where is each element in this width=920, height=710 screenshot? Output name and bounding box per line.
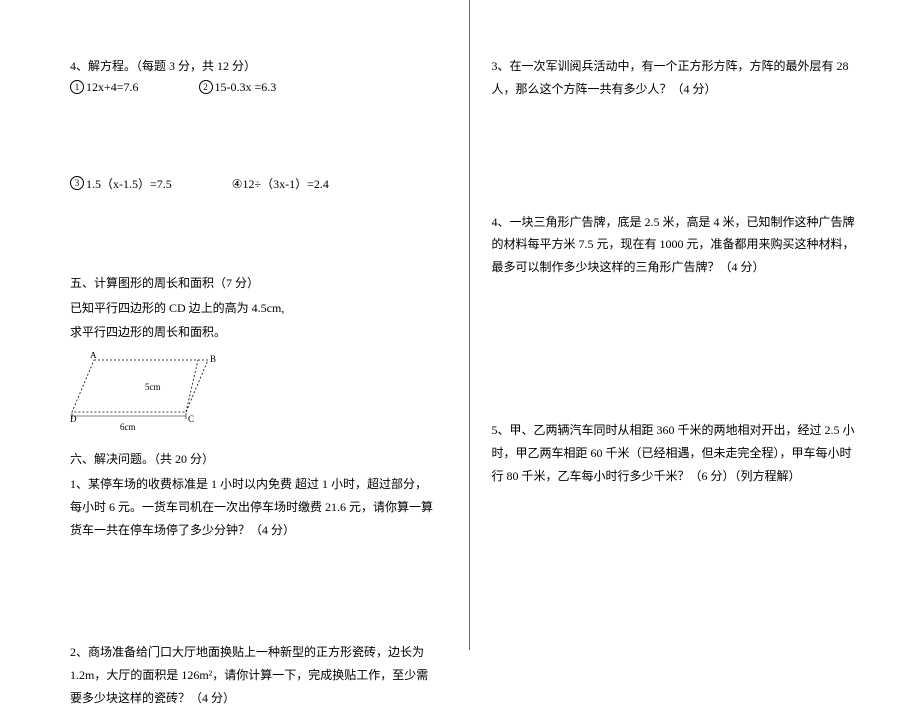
eq-1: 12x+4=7.6 [86, 80, 139, 95]
diag-base: 6cm [120, 422, 136, 432]
section-4-title: 4、解方程。（每题 3 分，共 12 分） [70, 55, 439, 78]
q3: 3、在一次军训阅兵活动中，有一个正方形方阵，方阵的最外层有 28 人，那么这个方… [492, 55, 861, 101]
eq-4: ④12÷（3x-1）=2.4 [232, 175, 329, 192]
q4: 4、一块三角形广告牌，底是 2.5 米，高是 4 米，已知制作这种广告牌的材料每… [492, 211, 861, 279]
point-d: D [70, 414, 77, 424]
s5-line-1: 已知平行四边形的 CD 边上的高为 4.5cm, [70, 297, 439, 320]
s5-line-2: 求平行四边形的周长和面积。 [70, 321, 439, 344]
point-c: C [188, 414, 194, 424]
eq-3: 1.5（x-1.5）=7.5 [86, 175, 172, 192]
section-6-title: 六、解决问题。（共 20 分） [70, 448, 439, 471]
equations-row-1: 1 12x+4=7.6 2 15-0.3x =6.3 [70, 80, 439, 95]
q5: 5、甲、乙两辆汽车同时从相距 360 千米的两地相对开出，经过 2.5 小时，甲… [492, 419, 861, 487]
q1: 1、某停车场的收费标准是 1 小时以内免费 超过 1 小时，超过部分，每小时 6… [70, 473, 439, 541]
circle-3: 3 [70, 176, 84, 190]
circle-2: 2 [199, 80, 213, 94]
eq-2: 15-0.3x =6.3 [215, 80, 277, 95]
point-b: B [210, 354, 216, 364]
section-5-title: 五、计算图形的周长和面积（7 分） [70, 272, 439, 295]
parallelogram-diagram: A B C D 5cm 6cm [70, 352, 439, 438]
equations-row-2: 3 1.5（x-1.5）=7.5 ④12÷（3x-1）=2.4 [70, 175, 439, 192]
point-a: A [90, 352, 97, 360]
diag-side: 5cm [145, 382, 161, 392]
q2: 2、商场准备给门口大厅地面换贴上一种新型的正方形瓷砖，边长为 1.2m，大厅的面… [70, 641, 439, 709]
circle-1: 1 [70, 80, 84, 94]
